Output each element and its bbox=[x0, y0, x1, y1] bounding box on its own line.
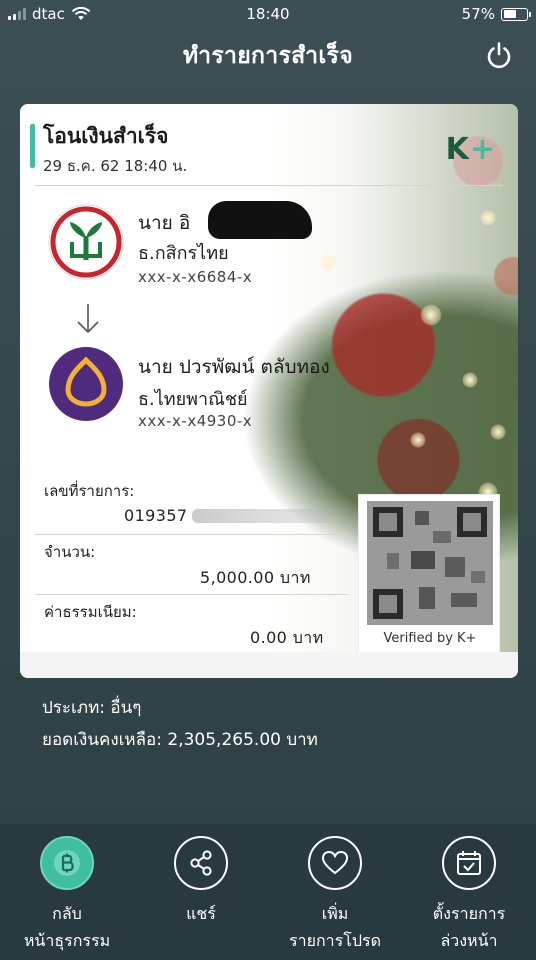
transaction-type: ประเภท: อื่นๆ bbox=[42, 698, 142, 718]
qr-caption: Verified by K+ bbox=[383, 631, 477, 646]
sender-name: นาย อิ bbox=[138, 212, 191, 234]
bottom-nav: กลับ หน้าธุรกรรม แชร์ เพิ่ม รายการโปรด ต… bbox=[0, 824, 536, 960]
slip-footer bbox=[20, 652, 518, 678]
baht-icon bbox=[40, 836, 94, 890]
sender-bank: ธ.กสิกรไทย bbox=[138, 243, 229, 264]
kplus-logo: K+ bbox=[445, 132, 496, 167]
nav-label: กลับ หน้าธุรกรรม bbox=[23, 904, 111, 950]
share-icon bbox=[174, 836, 228, 890]
power-icon[interactable] bbox=[484, 40, 514, 70]
nav-label: ตั้งรายการ ล่วงหน้า bbox=[432, 904, 506, 950]
divider bbox=[35, 185, 503, 186]
status-bar: dtac 18:40 57% bbox=[0, 0, 536, 30]
redaction-mark bbox=[208, 201, 312, 239]
fee-label: ค่าธรรมเนียม: bbox=[44, 603, 137, 621]
scb-logo-icon bbox=[49, 347, 123, 421]
transaction-label: เลขที่รายการ: bbox=[44, 482, 135, 500]
calendar-icon bbox=[442, 836, 496, 890]
qr-code-icon bbox=[367, 501, 493, 625]
slip-datetime: 29 ธ.ค. 62 18:40 น. bbox=[43, 157, 188, 175]
status-time: 18:40 bbox=[246, 5, 290, 23]
nav-schedule[interactable]: ตั้งรายการ ล่วงหน้า bbox=[409, 836, 529, 954]
nav-back-to-transactions[interactable]: กลับ หน้าธุรกรรม bbox=[7, 836, 127, 954]
heart-icon bbox=[308, 836, 362, 890]
battery-percent: 57% bbox=[461, 5, 495, 23]
nav-add-favorite[interactable]: เพิ่ม รายการโปรด bbox=[275, 836, 395, 954]
slip-title: โอนเงินสำเร็จ bbox=[43, 124, 169, 148]
divider bbox=[35, 534, 349, 535]
battery-fill bbox=[503, 10, 517, 18]
sender-account: xxx-x-x6684-x bbox=[138, 268, 253, 286]
transfer-slip: โอนเงินสำเร็จ 29 ธ.ค. 62 18:40 น. K+ นาย… bbox=[20, 104, 518, 678]
battery-group: 57% bbox=[461, 5, 531, 23]
slip-content: โอนเงินสำเร็จ 29 ธ.ค. 62 18:40 น. K+ นาย… bbox=[20, 104, 518, 678]
nav-label: แชร์ bbox=[186, 904, 216, 923]
nav-share[interactable]: แชร์ bbox=[141, 836, 261, 927]
amount-value: 5,000.00 บาท bbox=[200, 568, 311, 587]
receiver-name: นาย ปวรพัฒน์ ตลับทอง bbox=[138, 356, 330, 378]
arrow-down-icon bbox=[77, 304, 99, 334]
page-title: ทำรายการสำเร็จ bbox=[183, 43, 353, 69]
kbank-logo-icon bbox=[48, 204, 124, 280]
transaction-number: 019357 bbox=[124, 506, 188, 525]
receiver-account: xxx-x-x4930-x bbox=[138, 412, 253, 430]
blurred-text bbox=[192, 509, 332, 523]
remaining-balance: ยอดเงินคงเหลือ: 2,305,265.00 บาท bbox=[42, 730, 318, 750]
amount-label: จำนวน: bbox=[44, 543, 96, 561]
battery-icon bbox=[501, 7, 531, 21]
divider bbox=[35, 594, 349, 595]
qr-verification[interactable]: Verified by K+ bbox=[358, 494, 500, 654]
nav-label: เพิ่ม รายการโปรด bbox=[289, 904, 381, 950]
fee-value: 0.00 บาท bbox=[250, 628, 324, 647]
accent-bar bbox=[30, 124, 35, 168]
receiver-bank: ธ.ไทยพาณิชย์ bbox=[138, 389, 248, 410]
